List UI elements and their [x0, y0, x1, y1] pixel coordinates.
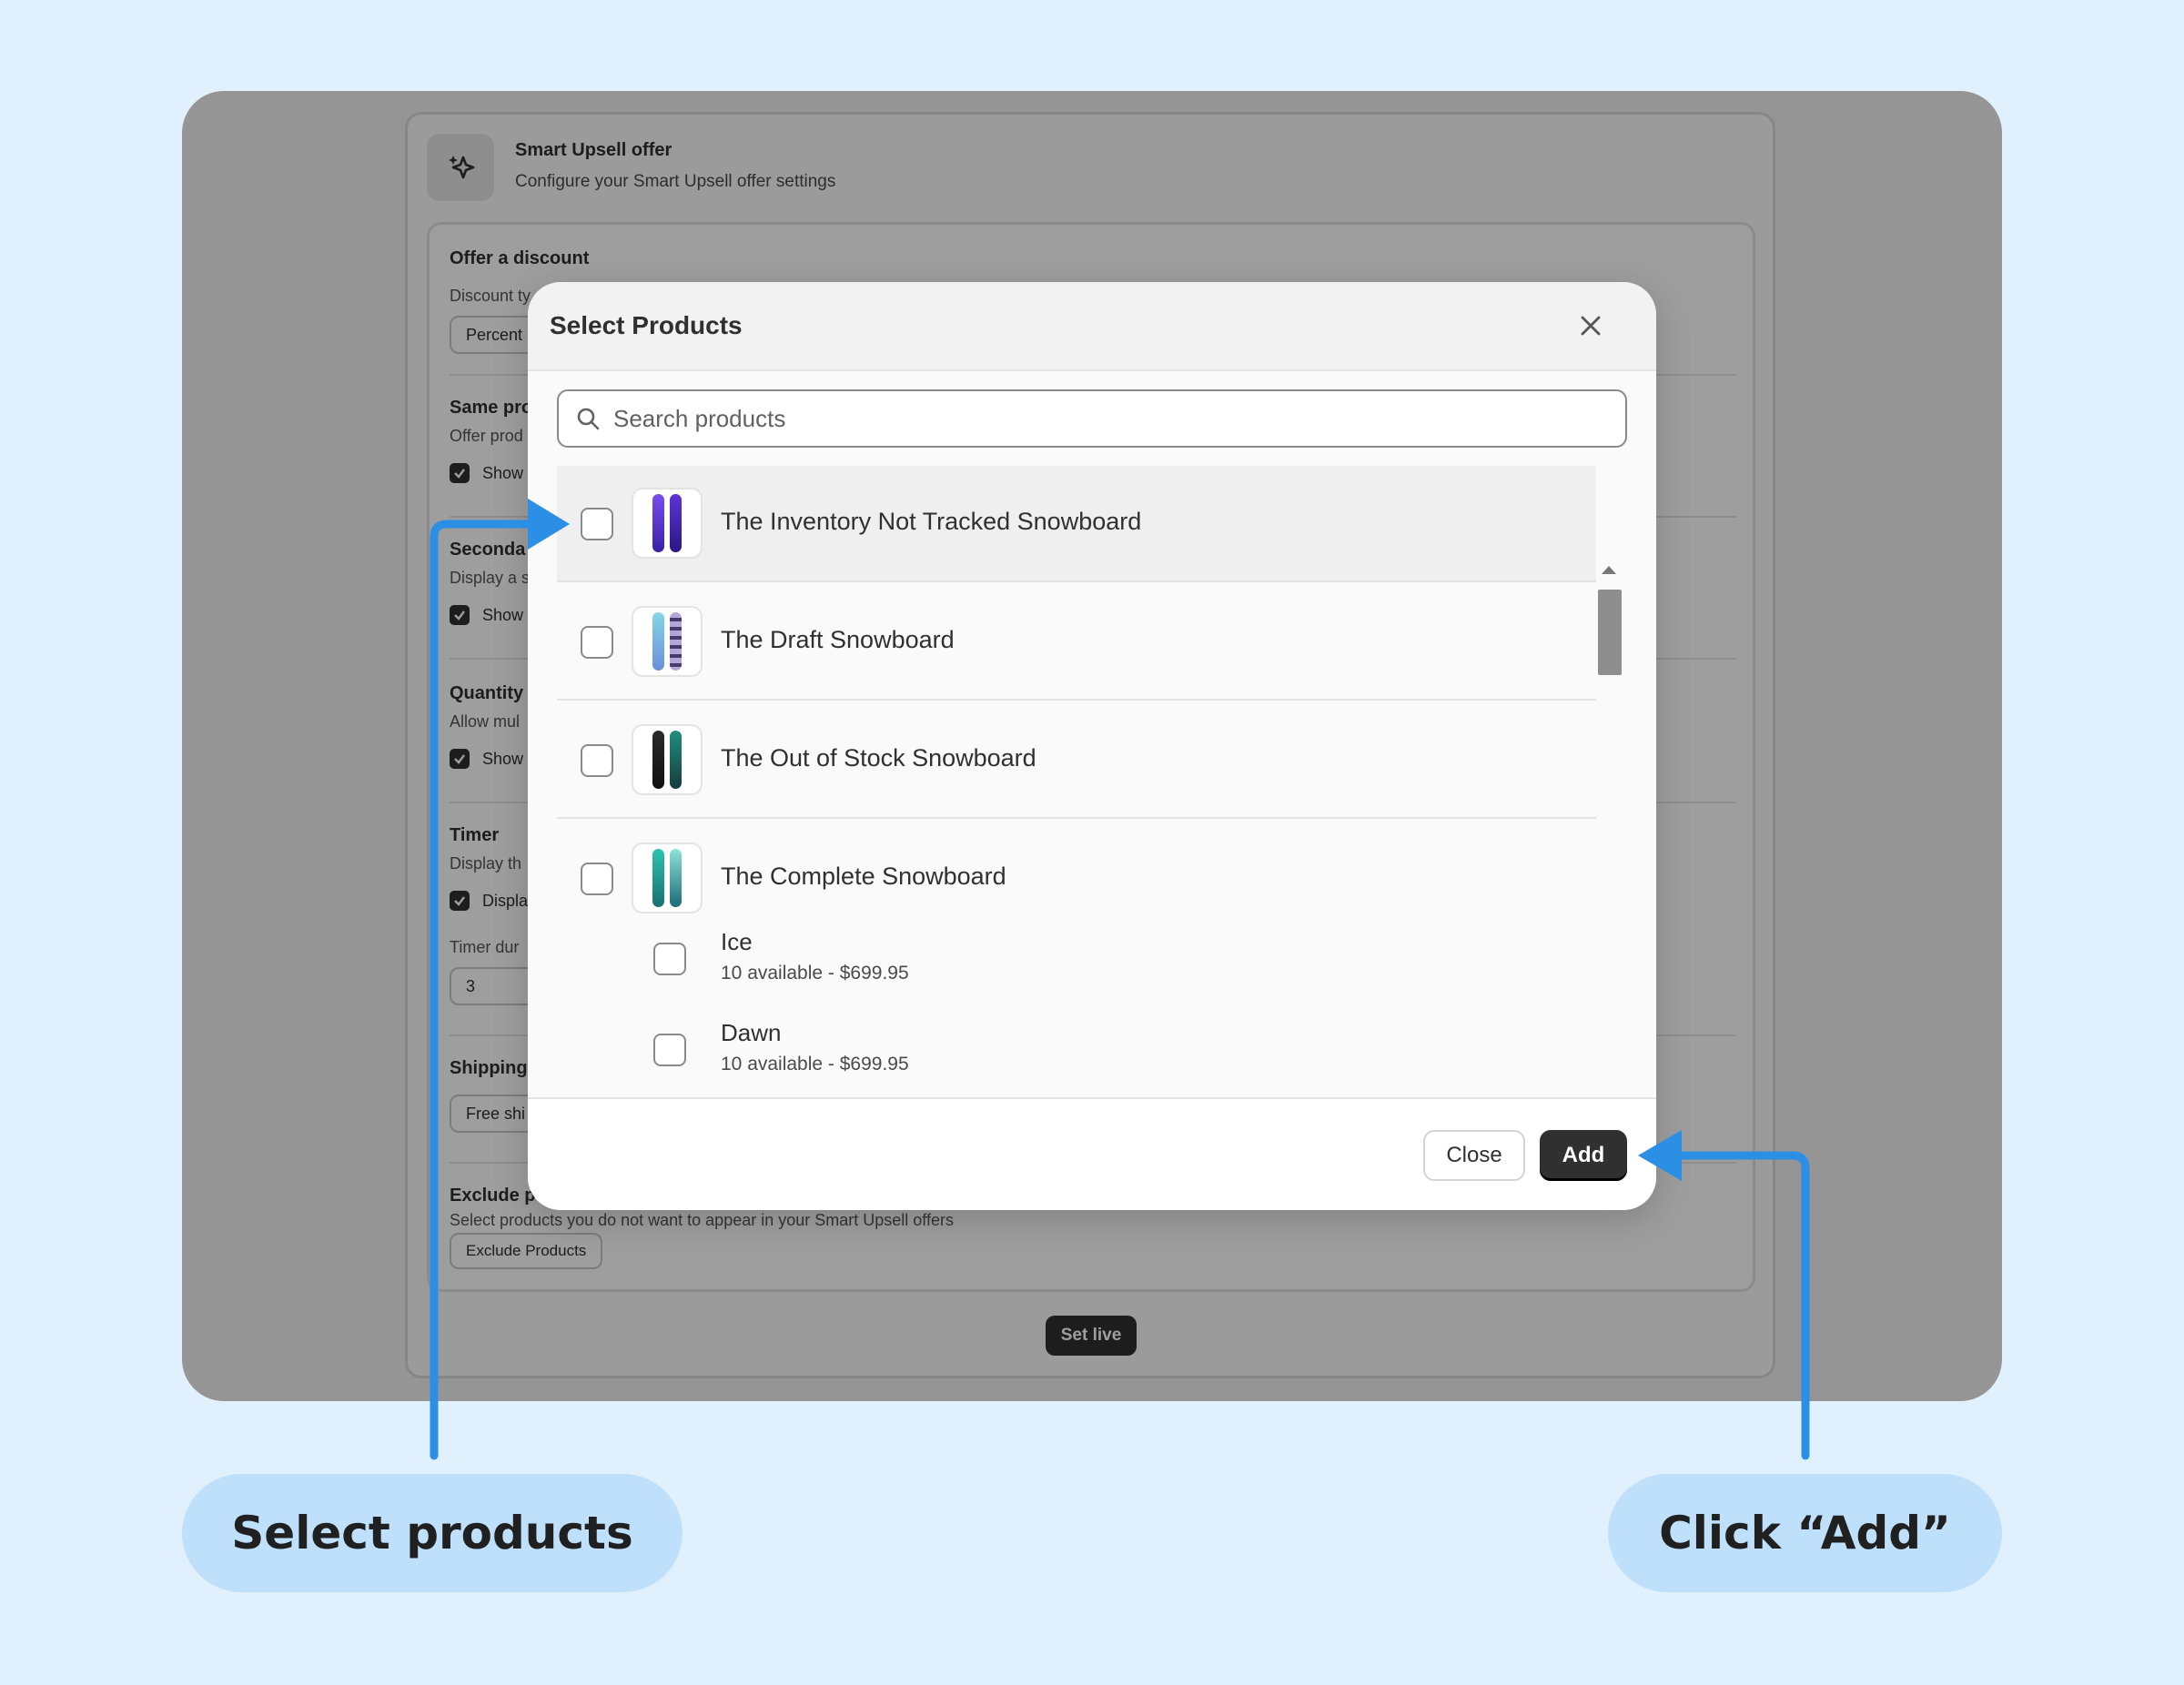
product-checkbox[interactable]: [581, 508, 613, 540]
product-name: The Out of Stock Snowboard: [721, 744, 1036, 772]
scroll-up-arrow-icon[interactable]: [1602, 566, 1616, 574]
variant-detail: 10 available - $699.95: [721, 963, 909, 984]
search-input[interactable]: [613, 404, 1605, 433]
product-name: The Inventory Not Tracked Snowboard: [721, 508, 1142, 535]
modal-header: Select Products: [528, 282, 1656, 371]
variant-checkbox[interactable]: [653, 943, 686, 975]
add-button[interactable]: Add: [1540, 1130, 1627, 1181]
search-field[interactable]: [557, 389, 1627, 448]
select-products-callout: Select products: [182, 1474, 682, 1592]
divider: [557, 699, 1596, 701]
modal-title: Select Products: [550, 311, 743, 339]
product-thumbnail: [632, 488, 703, 559]
click-add-callout: Click “Add”: [1608, 1474, 2002, 1592]
search-icon: [575, 406, 601, 431]
variant-name: Ice: [721, 928, 753, 955]
product-checkbox[interactable]: [581, 863, 613, 895]
scrollbar-thumb[interactable]: [1598, 590, 1622, 675]
variant-detail: 10 available - $699.95: [721, 1054, 909, 1075]
product-thumbnail: [632, 724, 703, 795]
product-checkbox[interactable]: [581, 744, 613, 777]
close-icon[interactable]: [1576, 311, 1605, 340]
product-name: The Draft Snowboard: [721, 626, 955, 653]
modal-footer: Close Add: [528, 1097, 1656, 1210]
product-thumbnail: [632, 606, 703, 677]
product-row[interactable]: The Inventory Not Tracked Snowboard: [557, 466, 1596, 582]
select-products-modal: Select Products The Inventory Not Tracke…: [528, 282, 1656, 1210]
product-row[interactable]: The Out of Stock Snowboard: [557, 702, 1596, 819]
product-checkbox[interactable]: [581, 626, 613, 659]
product-row[interactable]: The Complete Snowboard Ice 10 available …: [557, 821, 1596, 1094]
variant-checkbox[interactable]: [653, 1034, 686, 1066]
close-button[interactable]: Close: [1423, 1130, 1525, 1181]
product-row[interactable]: The Draft Snowboard: [557, 584, 1596, 701]
divider: [557, 580, 1596, 582]
variant-name: Dawn: [721, 1019, 782, 1046]
product-thumbnail: [632, 842, 703, 913]
product-name: The Complete Snowboard: [721, 863, 1006, 890]
divider: [557, 817, 1596, 819]
product-list: The Inventory Not Tracked Snowboard The …: [557, 466, 1596, 1094]
